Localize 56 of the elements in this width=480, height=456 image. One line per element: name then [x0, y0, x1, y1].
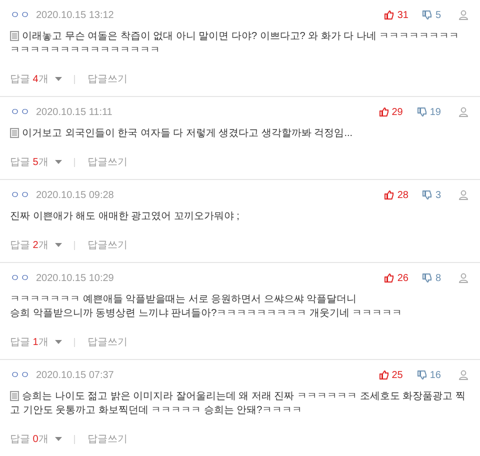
thumbs-down-icon[interactable] — [422, 190, 432, 200]
comment-text: 이래놓고 무슨 여돌은 착즙이 없대 아니 말이면 다야? 이쁘다고? 와 화가 다 나네 ㅋㅋㅋㅋㅋㅋㅋㅋㅋㅋㅋㅋㅋㅋㅋㅋㅋㅋㅋㅋㅋㅋㅋ — [10, 31, 460, 56]
like-count: 29 — [392, 106, 403, 118]
reply-count-link[interactable]: 답글 5개 — [10, 155, 48, 169]
user-icon[interactable] — [459, 107, 468, 117]
thumbs-down-icon[interactable] — [416, 107, 427, 117]
username[interactable]: ㅇㅇ — [10, 8, 36, 22]
dislike-count: 19 — [430, 106, 441, 118]
comment-text: 승희 악플받으니까 동병상련 느끼냐 판녀들아?ㅋㅋㅋㅋㅋㅋㅋㅋㅋ 개웃기네 ㅋㅋㅋㅋㅋ — [10, 308, 402, 319]
user-icon[interactable] — [459, 273, 468, 283]
write-reply-link[interactable]: 답글쓰기 — [87, 155, 128, 169]
username[interactable]: ㅇㅇ — [10, 368, 36, 382]
thumbs-down-icon[interactable] — [416, 370, 427, 380]
comment-date: 2020.10.15 07:37 — [36, 370, 115, 380]
comment-text: 이거보고 외국인들이 한국 여자들 다 저렇게 생겼다고 생각할까봐 걱정임... — [22, 128, 353, 139]
like-count: 25 — [392, 370, 403, 380]
reply-count-link[interactable]: 답글 2개 — [10, 238, 48, 252]
dislike-count: 5 — [435, 10, 441, 20]
caret-icon[interactable] — [55, 77, 62, 81]
comment-date: 2020.10.15 13:12 — [36, 10, 115, 20]
like-count: 28 — [397, 190, 408, 200]
caret-icon[interactable] — [55, 160, 62, 164]
reply-count-link[interactable]: 답글 4개 — [10, 72, 48, 86]
comment-text: 승희는 나이도 젊고 밝은 이미지라 잘어울리는데 왜 저래 진짜 ㅋㅋㅋㅋㅋㅋ 조세호도 화장품광고 찍고 기안도 웃통까고 화보찍던데 ㅋㅋㅋㅋㅋ 승희는 안돼?ㅋㅋㅋㅋ — [10, 391, 466, 416]
dislike-count: 16 — [430, 370, 441, 380]
like-count: 31 — [397, 10, 408, 20]
caret-icon[interactable] — [55, 340, 62, 344]
dislike-count: 3 — [435, 190, 441, 200]
write-reply-link[interactable]: 답글쓰기 — [87, 72, 128, 86]
comment-date: 2020.10.15 09:28 — [36, 190, 115, 200]
reply-count-link[interactable]: 답글 0개 — [10, 432, 48, 446]
thumbs-up-icon[interactable] — [378, 107, 389, 117]
dislike-count: 8 — [435, 272, 441, 284]
write-reply-link[interactable]: 답글쓰기 — [87, 335, 128, 349]
write-reply-link[interactable]: 답글쓰기 — [87, 238, 128, 252]
username[interactable]: ㅇㅇ — [10, 105, 36, 119]
user-icon[interactable] — [459, 370, 468, 380]
caret-icon[interactable] — [55, 437, 62, 441]
thumbs-up-icon[interactable] — [384, 273, 394, 283]
write-reply-link[interactable]: 답글쓰기 — [87, 432, 128, 446]
username[interactable]: ㅇㅇ — [10, 188, 36, 202]
comment-date: 2020.10.15 11:11 — [36, 106, 114, 118]
thumbs-up-icon[interactable] — [384, 10, 394, 20]
thumbs-up-icon[interactable] — [384, 190, 394, 200]
comment-date: 2020.10.15 10:29 — [36, 272, 115, 284]
user-icon[interactable] — [459, 190, 468, 200]
comment-text: ㅋㅋㅋㅋㅋㅋㅋ 예쁜애들 악플받을때는 서로 응원하면서 으쌰으쌰 악플달더니 — [10, 294, 357, 305]
like-count: 26 — [397, 272, 408, 284]
thumbs-down-icon[interactable] — [422, 10, 432, 20]
thumbs-down-icon[interactable] — [422, 273, 432, 283]
user-icon[interactable] — [459, 10, 468, 20]
comment-text: 진짜 이쁜애가 해도 애매한 광고였어 꼬끼오가뭐야 ; — [10, 211, 240, 222]
reply-count-link[interactable]: 답글 1개 — [10, 335, 48, 349]
thumbs-up-icon[interactable] — [378, 370, 389, 380]
username[interactable]: ㅇㅇ — [10, 271, 36, 285]
caret-icon[interactable] — [55, 243, 62, 247]
